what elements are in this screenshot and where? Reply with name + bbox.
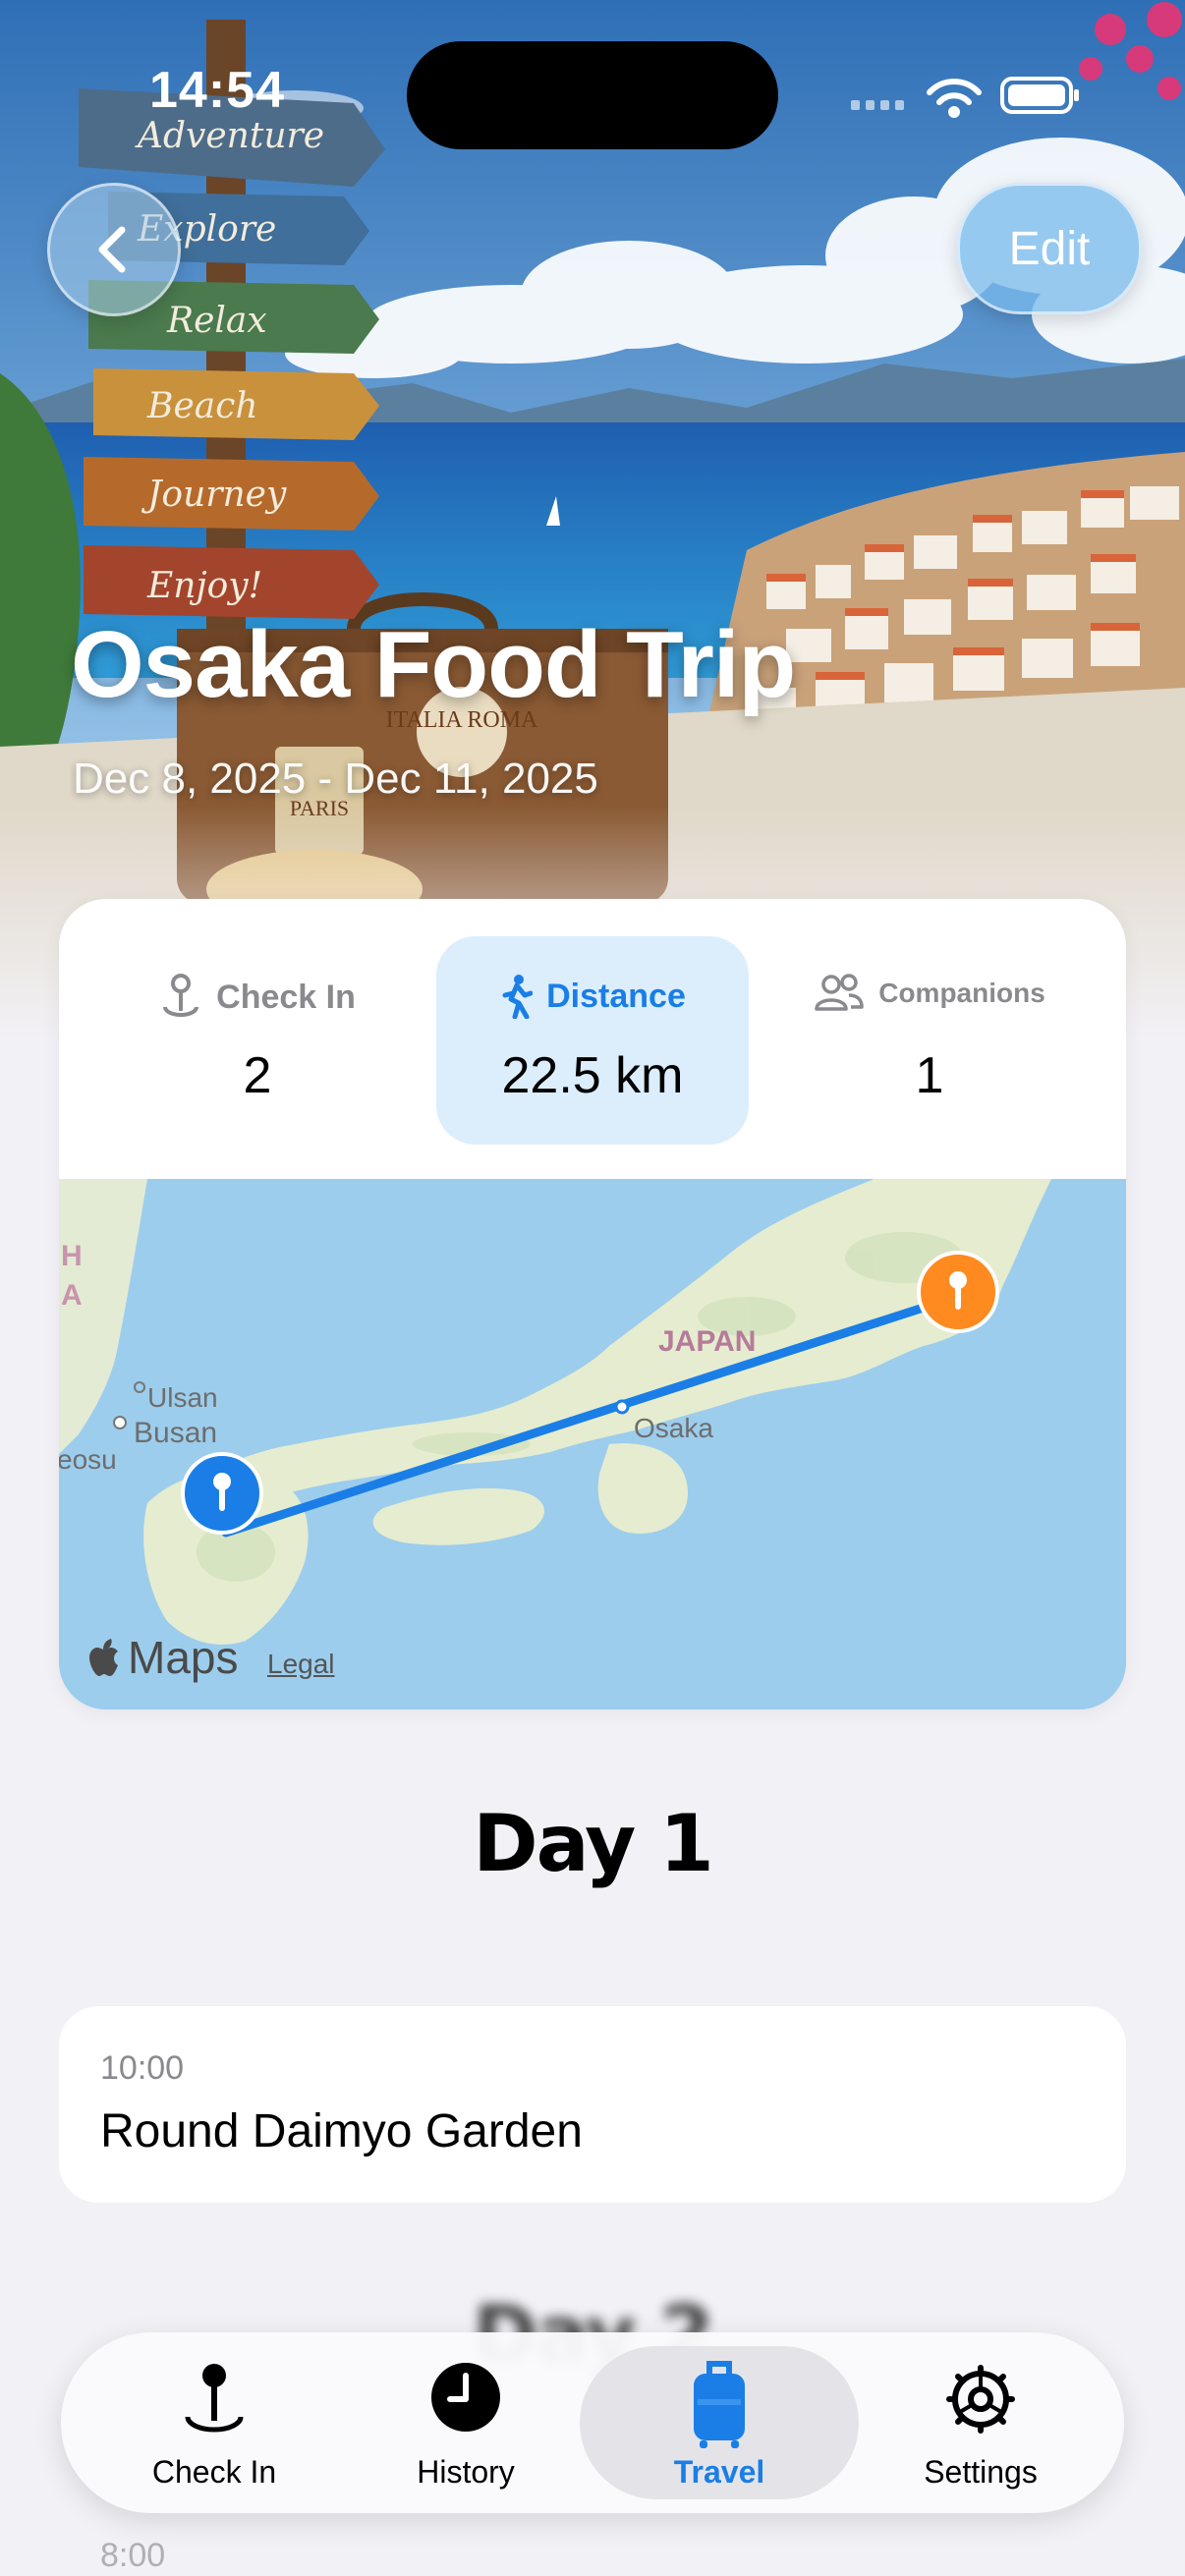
trip-summary-card: Check In 2 Distance 22.5 km Companions 1 [59, 899, 1126, 1709]
stat-check-in[interactable]: Check In 2 [100, 936, 415, 1145]
stat-distance[interactable]: Distance 22.5 km [436, 936, 749, 1145]
day-1-heading: Day 1 [473, 1798, 714, 1889]
stat-distance-value: 22.5 km [501, 1047, 684, 1104]
tab-bar: Check In History Travel Settings [61, 2332, 1124, 2513]
two-people-icon [815, 974, 864, 1011]
trip-title: Osaka Food Trip [71, 612, 796, 717]
tab-settings-label: Settings [924, 2454, 1038, 2490]
stat-companions[interactable]: Companions 1 [772, 936, 1087, 1145]
map-label-japan: JAPAN [658, 1325, 756, 1358]
suitcase-icon [694, 2361, 745, 2448]
osaka-waypoint [614, 1399, 630, 1415]
maps-brand-text: Maps [128, 1632, 239, 1683]
apple-logo-icon [89, 1639, 118, 1676]
edit-button[interactable]: Edit [957, 183, 1142, 314]
itinerary-entry[interactable]: 10:00 Round Daimyo Garden [59, 2006, 1126, 2203]
gear-icon [946, 2365, 1015, 2434]
wifi-icon [927, 79, 982, 118]
tab-travel[interactable]: Travel [580, 2346, 859, 2499]
stat-distance-label: Distance [546, 977, 686, 1015]
chevron-left-icon [98, 226, 126, 273]
maps-legal-link[interactable]: Legal [267, 1649, 335, 1680]
stat-companions-value: 1 [915, 1047, 944, 1104]
map-label-edge-seoul: eosu [59, 1444, 117, 1475]
tab-check-in[interactable]: Check In [96, 2346, 332, 2499]
tab-travel-label: Travel [673, 2454, 765, 2490]
svg-text:Enjoy!: Enjoy! [146, 566, 262, 606]
day-2-entry-time: 8:00 [100, 2537, 166, 2574]
svg-text:Relax: Relax [166, 301, 267, 341]
status-indicators [847, 71, 1083, 120]
clock-icon [431, 2363, 500, 2432]
maps-attribution: Maps [88, 1631, 238, 1684]
back-button[interactable] [47, 183, 181, 316]
map-label-edge-a: A [61, 1279, 83, 1312]
map-label-busan: Busan [134, 1417, 217, 1449]
sign-enjoy: Enjoy! [84, 545, 379, 619]
route-map[interactable]: JAPAN Osaka Ulsan Busan eosu H A Maps Le… [59, 1179, 1126, 1709]
entry-title: Round Daimyo Garden [100, 2105, 583, 2157]
map-label-ulsan: Ulsan [147, 1382, 218, 1413]
svg-text:Journey: Journey [141, 475, 287, 515]
status-time: 14:54 [149, 62, 285, 119]
sign-beach: Beach [93, 368, 379, 440]
start-pin[interactable] [181, 1452, 263, 1535]
hero-banner: ITALIA ROMA PARIS Adventure Explore Rela… [0, 0, 1185, 1041]
tab-check-in-label: Check In [151, 2454, 277, 2490]
sign-journey: Journey [84, 457, 379, 531]
walking-figure-icon [502, 975, 534, 1019]
battery-icon [1000, 77, 1079, 114]
stat-companions-label: Companions [878, 978, 1045, 1008]
tab-history-label: History [417, 2454, 515, 2490]
check-in-pin-icon [163, 974, 199, 1017]
stat-check-in-value: 2 [243, 1047, 272, 1104]
map-label-osaka: Osaka [634, 1413, 713, 1443]
svg-text:Adventure: Adventure [135, 116, 324, 156]
signal-icon [851, 100, 904, 110]
stat-check-in-label: Check In [216, 978, 356, 1016]
map-label-edge-h: H [61, 1240, 83, 1272]
svg-text:Beach: Beach [146, 386, 258, 426]
tab-settings[interactable]: Settings [863, 2346, 1099, 2499]
entry-time: 10:00 [100, 2049, 185, 2087]
end-pin[interactable] [917, 1251, 999, 1333]
tab-history[interactable]: History [348, 2346, 584, 2499]
dynamic-island [407, 41, 778, 149]
check-in-pin-icon [185, 2364, 244, 2433]
trip-dates: Dec 8, 2025 - Dec 11, 2025 [73, 755, 598, 803]
